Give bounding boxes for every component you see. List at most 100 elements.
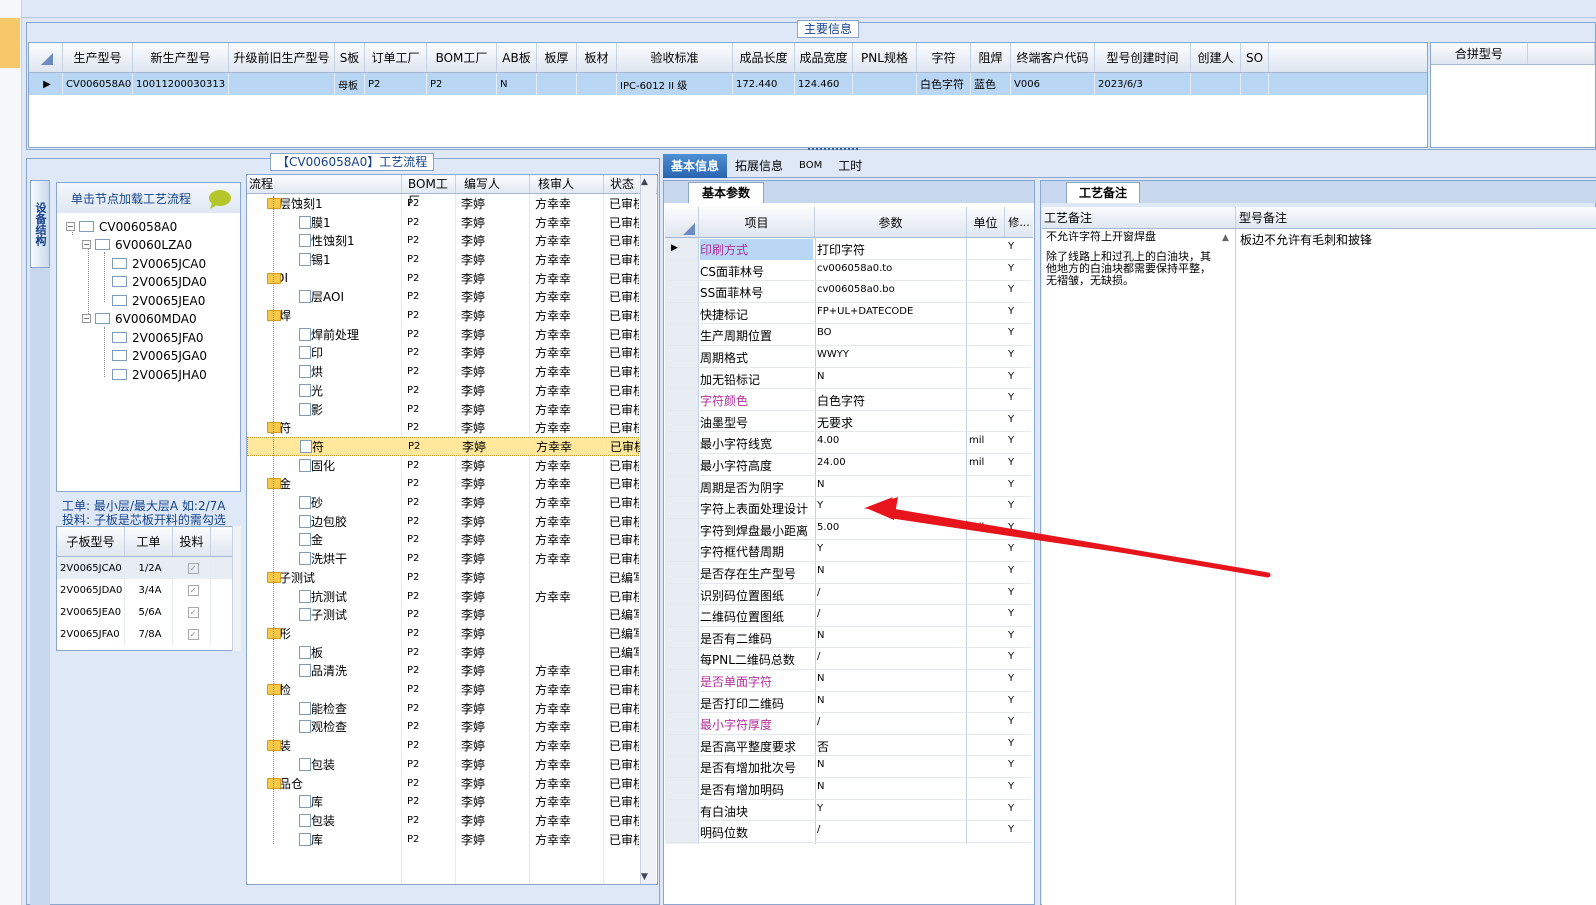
flow-step[interactable]: 丝印 [299, 344, 323, 361]
flow-row[interactable]: 功能检查 P2 李婷 方幸幸 已审核 [247, 699, 639, 718]
cell-old-model[interactable] [229, 73, 335, 95]
cell-order-factory[interactable]: P2 [365, 73, 427, 95]
col-header[interactable]: BOM工厂 [402, 175, 456, 208]
col-header[interactable]: 项目 [699, 207, 815, 237]
param-row[interactable]: 是否存在生产型号 N Y [667, 562, 1031, 584]
param-value[interactable]: 4.00 [817, 435, 839, 446]
col-header[interactable]: 板厚 [537, 43, 577, 72]
col-header[interactable]: 工艺备注 [1042, 207, 1236, 228]
flow-row[interactable]: 预烘 P2 李婷 方幸幸 已审核 [247, 362, 639, 381]
tab-process-remarks[interactable]: 工艺备注 [1066, 182, 1140, 203]
param-row[interactable]: 周期是否为阴字 N Y [667, 476, 1031, 498]
col-header[interactable]: 板材 [577, 43, 617, 72]
param-value[interactable]: N [817, 479, 824, 490]
param-value[interactable]: 打印字符 [817, 241, 865, 258]
flow-step[interactable]: 曝光 [299, 382, 323, 399]
cell-sub-model[interactable]: 2V0065JCA0 [57, 557, 125, 579]
flow-row[interactable]: 外包装 P2 李婷 方幸幸 已审核 [247, 811, 639, 830]
col-header[interactable]: 单位 [967, 207, 1005, 237]
table-row[interactable]: 2V0065JDA0 3/4A ✓ [57, 579, 240, 601]
param-row[interactable]: 加无铅标记 N Y [667, 368, 1031, 390]
flow-step[interactable]: 退膜1 [299, 214, 331, 231]
col-header[interactable]: 修... [1005, 207, 1033, 237]
col-header[interactable]: 新生产型号 [133, 43, 229, 72]
tab-bom[interactable]: BOM [791, 154, 830, 178]
flow-row[interactable]: 阻抗测试 P2 李婷 方幸幸 已审核 [247, 587, 639, 606]
tree-node[interactable]: 2V0065JEA0 [112, 292, 205, 309]
collapse-icon[interactable]: − [82, 240, 91, 249]
cell-ab[interactable]: N [497, 73, 537, 95]
param-row[interactable]: 是否打印二维码 N Y [667, 692, 1031, 714]
col-header[interactable]: 编写人 [456, 175, 530, 193]
side-tab-equipment[interactable]: 设备结构 [30, 180, 50, 268]
flow-row[interactable]: 水洗烘干 P2 李婷 方幸幸 已审核 [247, 549, 639, 568]
param-row[interactable]: 字符上表面处理设计 Y Y [667, 497, 1031, 519]
param-row[interactable]: 字符框代替周期 Y Y [667, 540, 1031, 562]
param-row[interactable]: 识别码位置图纸 / Y [667, 584, 1031, 606]
table-row[interactable]: 2V0065JFA0 7/8A ✓ [57, 623, 240, 645]
splitter-handle[interactable] [808, 148, 858, 152]
flow-step[interactable]: 成品清洗 [299, 662, 347, 679]
flow-row[interactable]: 丝印 P2 李婷 方幸幸 已审核 [247, 344, 639, 363]
flow-step[interactable]: 显影 [299, 401, 323, 418]
col-header[interactable]: BOM工厂 [427, 43, 497, 72]
param-value[interactable]: FP+UL+DATECODE [817, 306, 913, 317]
flow-row[interactable]: 内包装 P2 李婷 方幸幸 已审核 [247, 755, 639, 774]
flow-row[interactable]: 显影 P2 李婷 方幸幸 已审核 [247, 400, 639, 419]
remark-scroll-icon[interactable]: ▲ [1222, 233, 1229, 243]
col-header[interactable]: 验收标准 [617, 43, 733, 72]
param-row[interactable]: 字符颜色 白色字符 Y [667, 389, 1031, 411]
tree-node[interactable]: 2V0065JHA0 [112, 366, 207, 383]
param-value[interactable]: WWYY [817, 349, 849, 360]
flow-row[interactable]: −字符 P2 李婷 方幸幸 已审核 [247, 418, 639, 437]
param-value[interactable]: N [817, 630, 824, 641]
cell-order[interactable]: 1/2A [125, 557, 173, 579]
col-header[interactable]: 型号创建时间 [1095, 43, 1191, 72]
flow-group[interactable]: −终检 [267, 681, 291, 698]
param-value[interactable]: 无要求 [817, 414, 853, 431]
flow-row[interactable]: −包装 P2 李婷 方幸幸 已审核 [247, 736, 639, 755]
flow-row[interactable]: −电子测试 P2 李婷 已编写 [247, 568, 639, 587]
checkbox[interactable]: ✓ [173, 557, 211, 579]
sub-board-grid[interactable]: 子板型号 工单 投料 2V0065JCA0 1/2A ✓ 2V0065JDA0 3/4… [56, 526, 241, 651]
flow-step[interactable]: 出库 [299, 831, 323, 848]
flow-scrollbar[interactable] [640, 175, 656, 884]
cell-customer[interactable]: V006 [1011, 73, 1095, 95]
tree-node[interactable]: − CV006058A0 [66, 218, 177, 235]
flow-step[interactable]: 功能检查 [299, 700, 347, 717]
flow-group[interactable]: −AOI [267, 271, 288, 285]
tree-node[interactable]: 2V0065JFA0 [112, 329, 204, 346]
flow-step[interactable]: 入库 [299, 793, 323, 810]
param-value[interactable]: Y [817, 500, 823, 511]
flow-row[interactable]: 退锡1 P2 李婷 方幸幸 已审核 [247, 250, 639, 269]
flow-step[interactable]: 外观检查 [299, 718, 347, 735]
param-row[interactable]: 每PNL二维码总数 / Y [667, 648, 1031, 670]
param-row[interactable]: 最小字符线宽 4.00 mil Y [667, 432, 1031, 454]
flow-group[interactable]: −包装 [267, 737, 291, 754]
model-remark-cell[interactable]: 板边不允许有毛刺和披锋 [1236, 229, 1596, 905]
checkbox[interactable]: ✓ [173, 579, 211, 601]
checkbox[interactable]: ✓ [173, 601, 211, 623]
flow-step[interactable]: 终固化 [299, 457, 335, 474]
flow-scroll-up-icon[interactable]: ▲ [641, 177, 648, 187]
param-row[interactable]: ▶ 印刷方式 打印字符 Y [667, 238, 1031, 260]
cell-so[interactable] [1241, 73, 1269, 95]
tree-node[interactable]: 2V0065JDA0 [112, 273, 207, 290]
flow-step[interactable]: 退锡1 [299, 251, 331, 268]
cell-order[interactable]: 5/6A [125, 601, 173, 623]
collapse-icon[interactable]: − [82, 314, 91, 323]
col-header[interactable]: 升级前旧生产型号 [229, 43, 335, 72]
flow-scroll-down-icon[interactable]: ▼ [641, 872, 648, 882]
tab-basic-params[interactable]: 基本参数 [688, 182, 764, 203]
param-value[interactable]: N [817, 759, 824, 770]
cell-order[interactable]: 3/4A [125, 579, 173, 601]
param-row[interactable]: 生产周期位置 BO Y [667, 324, 1031, 346]
param-value[interactable]: BO [817, 327, 832, 338]
flow-row[interactable]: 碱性蚀刻1 P2 李婷 方幸幸 已审核 [247, 231, 639, 250]
flow-step[interactable]: 水洗烘干 [299, 550, 347, 567]
flow-row[interactable]: 出库 P2 李婷 方幸幸 已审核 [247, 830, 639, 849]
col-header[interactable]: 合拼型号 [1431, 43, 1528, 64]
param-row[interactable]: 快捷标记 FP+UL+DATECODE Y [667, 303, 1031, 325]
cell-width[interactable]: 124.460 [795, 73, 853, 95]
flow-step[interactable]: 沉金 [299, 531, 323, 548]
